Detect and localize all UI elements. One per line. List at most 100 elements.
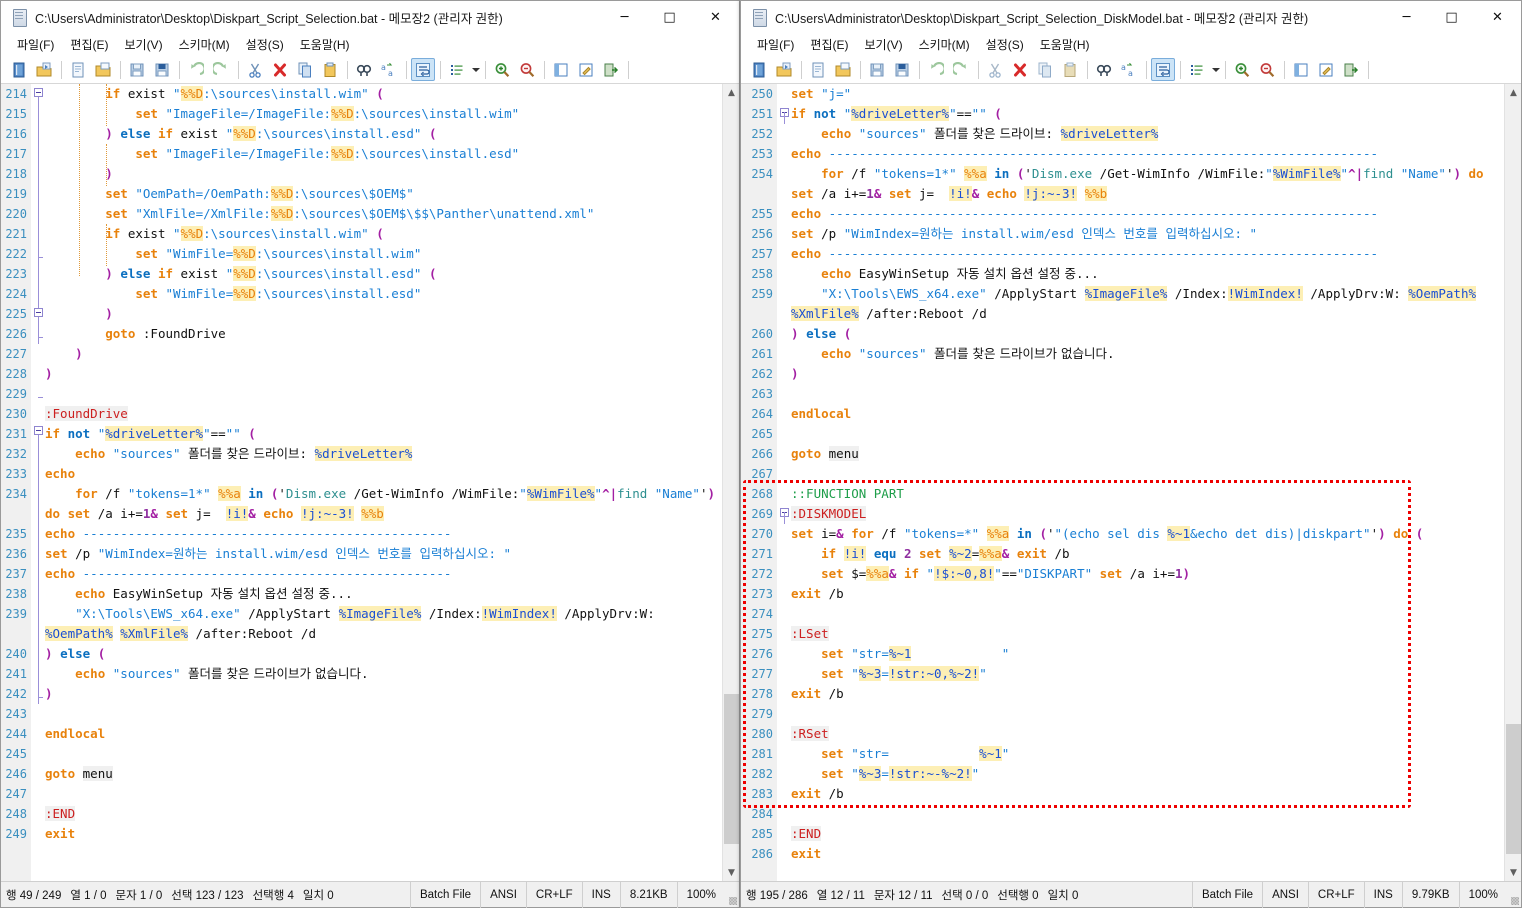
scroll-up-arrow-left[interactable]: ▲: [723, 84, 739, 101]
toolbar-left[interactable]: aa: [1, 56, 739, 84]
code-line[interactable]: 255 echo --------------------------------…: [741, 204, 1504, 224]
save-as-icon[interactable]: [890, 58, 914, 81]
vertical-scrollbar-right[interactable]: ▲ ▼: [1504, 84, 1521, 881]
copy-icon[interactable]: [1033, 58, 1057, 81]
menu-schema-right[interactable]: 스키마(M): [911, 34, 978, 55]
code-line[interactable]: 245: [1, 744, 722, 764]
code-line[interactable]: 249 exit: [1, 824, 722, 844]
code-line[interactable]: 279: [741, 704, 1504, 724]
notepad2-window-left[interactable]: C:\Users\Administrator\Desktop\Diskpart_…: [0, 0, 740, 908]
new-file-icon[interactable]: [7, 58, 31, 81]
delete-icon[interactable]: [268, 58, 292, 81]
cut-icon[interactable]: [243, 58, 267, 81]
code-line[interactable]: 234 for /f "tokens=1*" %%a in ('Dism.exe…: [1, 484, 722, 524]
list-dropdown-caret-icon[interactable]: [470, 58, 481, 81]
code-line[interactable]: 226 goto :FoundDrive: [1, 324, 722, 344]
redo-icon[interactable]: [949, 58, 973, 81]
titlebar-right[interactable]: C:\Users\Administrator\Desktop\Diskpart_…: [741, 1, 1521, 33]
code-editor-left[interactable]: 214 if exist "%%D:\sources\install.wim" …: [1, 84, 722, 881]
code-line[interactable]: 217 set "ImageFile=/ImageFile:%%D:\sourc…: [1, 144, 722, 164]
status-language-right[interactable]: Batch File: [1191, 881, 1262, 908]
menu-settings-right[interactable]: 설정(S): [978, 34, 1032, 55]
copy-icon[interactable]: [293, 58, 317, 81]
save-icon[interactable]: [125, 58, 149, 81]
scrollbar-thumb-right[interactable]: [1506, 724, 1521, 854]
paste-icon[interactable]: [318, 58, 342, 81]
save-as-icon[interactable]: [150, 58, 174, 81]
titlebar-left[interactable]: C:\Users\Administrator\Desktop\Diskpart_…: [1, 1, 739, 33]
maximize-button-right[interactable]: □: [1429, 1, 1474, 33]
zoom-in-icon[interactable]: [1230, 58, 1254, 81]
code-line[interactable]: 233 echo: [1, 464, 722, 484]
vertical-scrollbar-left[interactable]: ▲ ▼: [722, 84, 739, 881]
code-line[interactable]: 253 echo --------------------------------…: [741, 144, 1504, 164]
edit-icon[interactable]: [1314, 58, 1338, 81]
resize-grip-left[interactable]: [725, 882, 739, 908]
code-line[interactable]: 285:END: [741, 824, 1504, 844]
status-insert-mode-right[interactable]: INS: [1363, 881, 1402, 908]
minimize-button-right[interactable]: ─: [1384, 1, 1429, 33]
code-line[interactable]: 275:LSet: [741, 624, 1504, 644]
exit-icon[interactable]: [599, 58, 623, 81]
code-line[interactable]: 254 for /f "tokens=1*" %%a in ('Dism.exe…: [741, 164, 1504, 204]
code-line[interactable]: 221 if exist "%%D:\sources\install.wim" …: [1, 224, 722, 244]
code-line[interactable]: 263: [741, 384, 1504, 404]
menu-edit-right[interactable]: 편집(E): [802, 34, 856, 55]
menu-schema-left[interactable]: 스키마(M): [171, 34, 238, 55]
menu-edit-left[interactable]: 편집(E): [62, 34, 116, 55]
status-zoom-left[interactable]: 100%: [676, 881, 725, 908]
code-line[interactable]: 256 set /p "WimIndex=원하는 install.wim/esd …: [741, 224, 1504, 244]
code-line[interactable]: 236 set /p "WimIndex=원하는 install.wim/esd …: [1, 544, 722, 564]
paste-icon[interactable]: [1058, 58, 1082, 81]
new-document-icon[interactable]: [66, 58, 90, 81]
code-line[interactable]: 283 exit /b: [741, 784, 1504, 804]
code-line[interactable]: 260) else (: [741, 324, 1504, 344]
scroll-down-arrow-right[interactable]: ▼: [1505, 864, 1521, 881]
code-lines-left[interactable]: 214 if exist "%%D:\sources\install.wim" …: [1, 84, 722, 844]
close-button-left[interactable]: ✕: [692, 1, 739, 33]
status-encoding-right[interactable]: ANSI: [1262, 881, 1308, 908]
menu-view-left[interactable]: 보기(V): [116, 34, 170, 55]
code-line[interactable]: 269:DISKMODEL: [741, 504, 1504, 524]
code-line[interactable]: 241 echo "sources" 폴더를 찾은 드라이브가 없습니다.: [1, 664, 722, 684]
exit-icon[interactable]: [1339, 58, 1363, 81]
code-line[interactable]: 276 set "str=%~1 ": [741, 644, 1504, 664]
code-line[interactable]: 227 ): [1, 344, 722, 364]
code-line[interactable]: 237 echo --------------------------------…: [1, 564, 722, 584]
find-icon[interactable]: [1092, 58, 1116, 81]
menu-help-right[interactable]: 도움말(H): [1032, 34, 1098, 55]
status-insert-mode-left[interactable]: INS: [581, 881, 620, 908]
menubar-left[interactable]: 파일(F) 편집(E) 보기(V) 스키마(M) 설정(S) 도움말(H): [1, 33, 739, 56]
code-line[interactable]: 267: [741, 464, 1504, 484]
list-icon[interactable]: [445, 58, 469, 81]
toolbar-right[interactable]: aa: [741, 56, 1521, 84]
code-line[interactable]: 251 if not "%driveLetter%"=="" (: [741, 104, 1504, 124]
code-line[interactable]: 282 set "%~3=!str:~-%~2!": [741, 764, 1504, 784]
code-line[interactable]: 242): [1, 684, 722, 704]
save-icon[interactable]: [865, 58, 889, 81]
code-line[interactable]: 268::FUNCTION PART: [741, 484, 1504, 504]
code-line[interactable]: 274: [741, 604, 1504, 624]
code-line[interactable]: 231 if not "%driveLetter%"=="" (: [1, 424, 722, 444]
code-line[interactable]: 243: [1, 704, 722, 724]
status-language-left[interactable]: Batch File: [409, 881, 480, 908]
panel-icon[interactable]: [549, 58, 573, 81]
code-line[interactable]: 218 ): [1, 164, 722, 184]
find-icon[interactable]: [352, 58, 376, 81]
undo-icon[interactable]: [924, 58, 948, 81]
redo-icon[interactable]: [209, 58, 233, 81]
code-line[interactable]: 248:END: [1, 804, 722, 824]
code-line[interactable]: 273 exit /b: [741, 584, 1504, 604]
editor-area-right[interactable]: 250 set "j=" 251 if not "%driveLetter%"==""…: [741, 84, 1521, 881]
close-button-right[interactable]: ✕: [1474, 1, 1521, 33]
code-line[interactable]: 252 echo "sources" 폴더를 찾은 드라이브: %driveLe…: [741, 124, 1504, 144]
code-line[interactable]: 259 "X:\Tools\EWS_x64.exe" /ApplyStart %…: [741, 284, 1504, 324]
code-line[interactable]: 270 set i=& for /f "tokens=*" %%a in ('"(…: [741, 524, 1504, 544]
new-file-icon[interactable]: [747, 58, 771, 81]
code-line[interactable]: 262): [741, 364, 1504, 384]
open-folder-icon[interactable]: [831, 58, 855, 81]
code-editor-right[interactable]: 250 set "j=" 251 if not "%driveLetter%"==""…: [741, 84, 1504, 881]
menu-file-left[interactable]: 파일(F): [9, 34, 62, 55]
code-line[interactable]: 232 echo "sources" 폴더를 찾은 드라이브: %driveLe…: [1, 444, 722, 464]
code-line[interactable]: 281 set "str= %~1": [741, 744, 1504, 764]
